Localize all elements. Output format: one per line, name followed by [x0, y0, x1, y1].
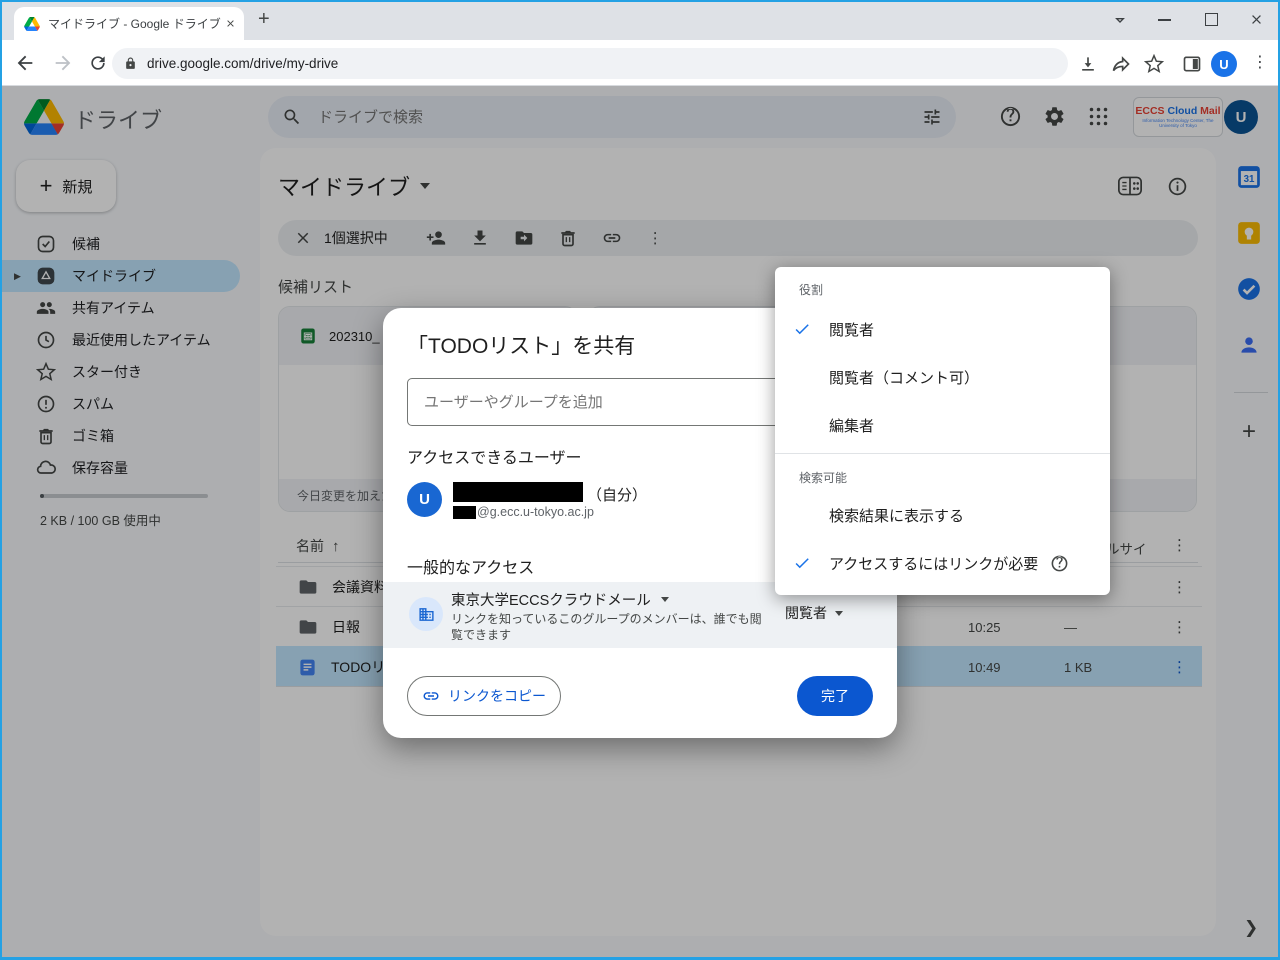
menu-item-label: 閲覧者 — [829, 319, 874, 340]
done-button[interactable]: 完了 — [797, 676, 873, 716]
group-description-line1: リンクを知っているこのグループのメンバーは、誰でも閲 — [451, 611, 762, 627]
maximize-button[interactable] — [1205, 13, 1218, 26]
menu-item-label: 検索結果に表示する — [829, 505, 964, 526]
menu-item-link-required[interactable]: アクセスするにはリンクが必要 — [775, 539, 1110, 587]
owner-name-redacted — [453, 482, 583, 502]
group-description: リンクを知っているこのグループのメンバーは、誰でも閲 覧できます — [451, 611, 762, 643]
role-dropdown-trigger[interactable]: 閲覧者 — [785, 603, 843, 623]
general-access-label: 一般的なアクセス — [407, 554, 534, 578]
group-name: 東京大学ECCSクラウドメール — [451, 589, 651, 610]
role-menu: 役割 閲覧者 閲覧者（コメント可） 編集者 検索可能 検索結果に表示する アクセ… — [775, 267, 1110, 595]
tab-search-chevron-icon[interactable] — [1112, 12, 1128, 28]
lock-icon — [124, 57, 137, 70]
download-page-icon[interactable] — [1078, 54, 1098, 74]
group-scope-selector[interactable]: 東京大学ECCSクラウドメール — [451, 589, 669, 610]
menu-item-label: アクセスするにはリンクが必要 — [829, 553, 1038, 574]
browser-menu-icon[interactable]: ⋮ — [1252, 55, 1268, 71]
organization-building-icon — [418, 606, 435, 623]
owner-self-suffix: （自分） — [587, 484, 647, 505]
menu-item-commenter[interactable]: 閲覧者（コメント可） — [775, 353, 1110, 401]
reading-mode-icon[interactable] — [1182, 54, 1202, 74]
check-icon — [793, 554, 811, 572]
tab-close-icon[interactable] — [225, 18, 236, 29]
menu-item-label: 閲覧者（コメント可） — [829, 367, 979, 388]
menu-section-role: 役割 — [799, 281, 823, 298]
owner-email-domain: @g.ecc.u-tokyo.ac.jp — [477, 505, 594, 519]
people-with-access-label: アクセスできるユーザー — [407, 444, 582, 468]
minimize-button[interactable] — [1158, 19, 1171, 21]
group-description-line2: 覧できます — [451, 627, 762, 643]
check-icon — [793, 320, 811, 338]
address-bar[interactable]: drive.google.com/drive/my-drive — [112, 48, 1068, 79]
menu-item-viewer[interactable]: 閲覧者 — [775, 305, 1110, 353]
help-icon[interactable] — [1050, 554, 1069, 573]
group-avatar — [409, 597, 443, 631]
browser-profile-avatar[interactable]: U — [1211, 51, 1237, 77]
chevron-down-icon — [661, 597, 669, 602]
browser-window: マイドライブ - Google ドライブ + drive.google.com/… — [0, 0, 1280, 960]
reload-button[interactable] — [88, 53, 108, 73]
drive-favicon — [24, 17, 40, 31]
menu-item-show-in-search[interactable]: 検索結果に表示する — [775, 491, 1110, 539]
close-window-button[interactable] — [1249, 12, 1264, 27]
owner-avatar: U — [407, 482, 442, 517]
url-text: drive.google.com/drive/my-drive — [147, 56, 338, 71]
tab-title: マイドライブ - Google ドライブ — [48, 15, 225, 32]
owner-email-redacted — [453, 506, 476, 519]
dialog-title: 「TODOリスト」を共有 — [407, 330, 635, 360]
copy-link-label: リンクをコピー — [448, 686, 546, 706]
new-tab-button[interactable]: + — [258, 8, 270, 31]
back-button[interactable] — [14, 52, 36, 74]
menu-section-searchable: 検索可能 — [799, 469, 847, 486]
menu-divider — [775, 453, 1110, 454]
copy-link-button[interactable]: リンクをコピー — [407, 676, 561, 716]
share-page-icon[interactable] — [1111, 54, 1131, 74]
bookmark-star-icon[interactable] — [1144, 54, 1164, 74]
role-value: 閲覧者 — [785, 603, 827, 623]
chevron-down-icon — [835, 611, 843, 616]
browser-tab[interactable]: マイドライブ - Google ドライブ — [14, 7, 244, 40]
menu-item-label: 編集者 — [829, 415, 874, 436]
forward-button[interactable] — [52, 52, 74, 74]
menu-item-editor[interactable]: 編集者 — [775, 401, 1110, 449]
link-icon — [422, 687, 440, 705]
